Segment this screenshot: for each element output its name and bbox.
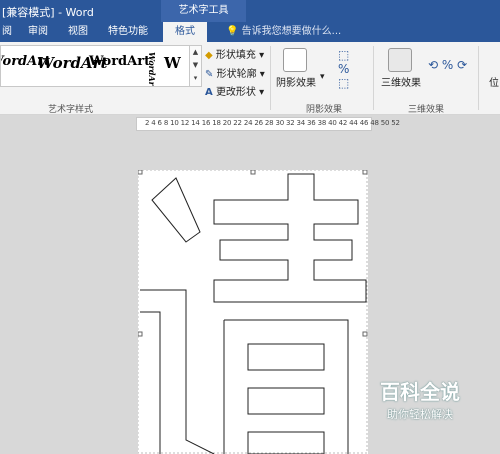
- text-a-icon: A: [205, 87, 213, 98]
- position-button[interactable]: 位: [489, 74, 499, 89]
- title-bar: [兼容模式] - Word 艺术字工具: [0, 0, 500, 22]
- watermark: 百科全说 助你轻松解决: [362, 376, 478, 428]
- shadow-group-label: 阴影效果: [306, 105, 343, 115]
- shape-outline-button[interactable]: ✎ 形状轮廓 ▾: [205, 65, 265, 80]
- wordart-sample-4[interactable]: WordArt: [147, 52, 157, 86]
- ribbon-tabs: 阅 审阅 视图 特色功能 格式 💡 告诉我您想要做什么...: [0, 22, 500, 42]
- shadow-effects-button[interactable]: 阴影效果: [276, 74, 316, 89]
- wordart-text-shape[interactable]: [138, 170, 368, 454]
- wordart-gallery[interactable]: WordArt WordArt WordArt WordArt W: [0, 45, 190, 87]
- shape-fill-button[interactable]: ◆ 形状填充 ▾: [205, 46, 264, 61]
- window-title: [兼容模式] - Word: [2, 6, 94, 19]
- gallery-more-icon[interactable]: ▾: [190, 72, 201, 85]
- tab-format[interactable]: 格式: [163, 22, 207, 42]
- ribbon: WordArt WordArt WordArt WordArt W ▲ ▼ ▾ …: [0, 42, 500, 115]
- separator: [270, 46, 271, 110]
- tab-review[interactable]: 审阅: [28, 22, 48, 42]
- tell-me-box[interactable]: 💡 告诉我您想要做什么...: [226, 22, 341, 42]
- watermark-subtitle: 助你轻松解决: [387, 408, 453, 421]
- gallery-up-icon[interactable]: ▲: [190, 46, 201, 59]
- shadow-nudge-arrows[interactable]: ▾: [320, 72, 325, 82]
- lightbulb-icon: 💡: [226, 26, 239, 37]
- wordart-sample-3[interactable]: WordArt: [89, 54, 150, 69]
- tab-overflow[interactable]: 阅: [2, 22, 12, 42]
- separator: [373, 46, 374, 110]
- 3d-cube-icon[interactable]: [388, 48, 412, 72]
- tell-me-text: 告诉我您想要做什么...: [241, 26, 342, 37]
- change-shape-button[interactable]: A 更改形状 ▾: [205, 83, 264, 98]
- fill-bucket-icon: ◆: [205, 50, 213, 61]
- gallery-down-icon[interactable]: ▼: [190, 59, 201, 72]
- separator: [478, 46, 479, 110]
- shadow-nudge-icon[interactable]: ⬚% ⬚: [338, 48, 349, 90]
- document-page[interactable]: [138, 170, 368, 454]
- wordart-group-label: 艺术字样式: [48, 105, 94, 115]
- watermark-title: 百科全说: [380, 380, 460, 404]
- tab-view[interactable]: 视图: [68, 22, 88, 42]
- ruler-ticks: 2 4 6 8 10 12 14 16 18 20 22 24 26 28 30…: [145, 119, 400, 127]
- context-tab-group-label: 艺术字工具: [161, 0, 246, 22]
- gallery-scroll[interactable]: ▲ ▼ ▾: [189, 45, 202, 87]
- wordart-sample-5[interactable]: W: [164, 54, 181, 72]
- 3d-effects-button[interactable]: 三维效果: [381, 74, 421, 89]
- shadow-icon[interactable]: [283, 48, 307, 72]
- tab-special[interactable]: 特色功能: [108, 22, 148, 42]
- outline-pen-icon: ✎: [205, 69, 214, 80]
- 3d-group-label: 三维效果: [408, 105, 445, 115]
- horizontal-ruler[interactable]: 2 4 6 8 10 12 14 16 18 20 22 24 26 28 30…: [136, 117, 400, 131]
- tilt-icons[interactable]: ⟲ % ⟳: [428, 58, 467, 72]
